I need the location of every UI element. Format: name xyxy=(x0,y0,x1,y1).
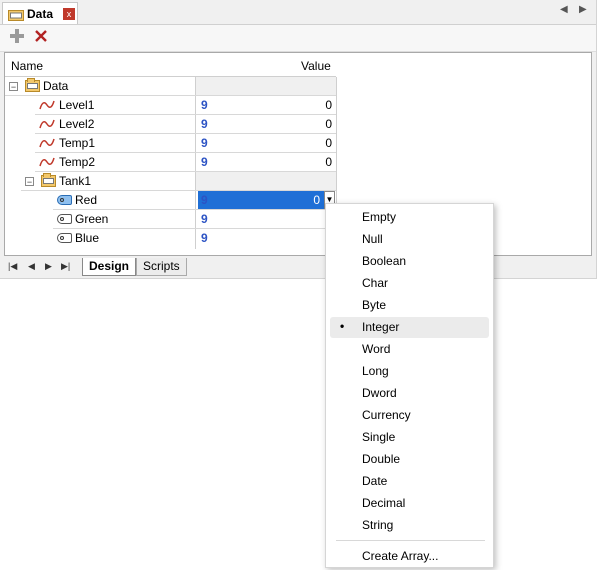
folder-icon xyxy=(25,78,40,92)
first-sheet-icon[interactable]: |◀ xyxy=(8,261,17,272)
row-label: Blue xyxy=(75,231,100,245)
row-value[interactable]: 0 xyxy=(313,193,320,207)
selected-bullet-icon: • xyxy=(340,319,345,333)
close-tab-button[interactable]: x xyxy=(63,8,75,20)
value-editor[interactable]: 9 0 xyxy=(198,191,324,209)
property-grid: Name Value − Data Level1 9 0 Level2 9 0 … xyxy=(4,52,592,256)
type-badge: 9 xyxy=(201,231,208,245)
menu-item-currency[interactable]: Currency xyxy=(330,405,489,426)
collapse-icon[interactable]: − xyxy=(9,82,18,92)
row-label: Level1 xyxy=(59,98,95,112)
row-value[interactable]: 0 xyxy=(325,117,332,131)
folder-icon xyxy=(41,173,56,187)
tree-row[interactable]: Level1 9 0 xyxy=(35,96,336,115)
analog-signal-icon xyxy=(39,157,55,167)
row-value[interactable]: 0 xyxy=(325,155,332,169)
menu-item-byte[interactable]: Byte xyxy=(330,295,489,316)
tree-row[interactable]: Level2 9 0 xyxy=(35,115,336,134)
node-label: Tank1 xyxy=(59,174,92,188)
menu-separator xyxy=(336,540,485,541)
delete-x-icon xyxy=(35,30,47,42)
row-label: Level2 xyxy=(59,117,95,131)
tag-icon xyxy=(57,195,72,205)
row-label: Green xyxy=(75,212,109,226)
value-cell-empty xyxy=(196,77,336,95)
row-value[interactable]: 0 xyxy=(325,98,332,112)
type-badge: 9 xyxy=(201,117,208,131)
node-label: Data xyxy=(43,79,69,93)
type-badge: 9 xyxy=(201,193,208,207)
tree-row[interactable]: Temp2 9 0 xyxy=(35,153,336,172)
menu-item-char[interactable]: Char xyxy=(330,273,489,294)
row-label: Temp1 xyxy=(59,136,96,150)
tree-row[interactable]: Blue 9 xyxy=(53,229,336,248)
menu-item-dword[interactable]: Dword xyxy=(330,383,489,404)
type-badge: 9 xyxy=(201,155,208,169)
plus-icon xyxy=(10,29,24,43)
row-label: Temp2 xyxy=(59,155,96,169)
tab-data[interactable]: Data x xyxy=(2,2,78,24)
collapse-icon[interactable]: − xyxy=(25,177,34,187)
menu-item-null[interactable]: Null xyxy=(330,229,489,250)
menu-item-word[interactable]: Word xyxy=(330,339,489,360)
type-badge: 9 xyxy=(201,136,208,150)
tree-node-data[interactable]: − Data xyxy=(5,77,336,96)
column-header-value[interactable]: Value xyxy=(301,59,331,73)
analog-signal-icon xyxy=(39,100,55,110)
menu-item-empty[interactable]: Empty xyxy=(330,207,489,228)
row-label: Red xyxy=(75,193,98,207)
analog-signal-icon xyxy=(39,138,55,148)
menu-item-date[interactable]: Date xyxy=(330,471,489,492)
tab-design[interactable]: Design xyxy=(82,258,137,276)
prev-sheet-icon[interactable]: ◀ xyxy=(28,261,35,272)
variant-type-menu: Empty Null Boolean Char Byte • Integer W… xyxy=(325,203,494,568)
menu-item-single[interactable]: Single xyxy=(330,427,489,448)
type-badge: 9 xyxy=(201,98,208,112)
menu-item-string[interactable]: String xyxy=(330,515,489,536)
tree-node-tank1[interactable]: − Tank1 xyxy=(21,172,336,191)
menu-item-double[interactable]: Double xyxy=(330,449,489,470)
row-value[interactable]: 0 xyxy=(325,136,332,150)
sheet-tab-bar: |◀ ◀ ▶ ▶| Design Scripts xyxy=(0,256,596,278)
tree-row[interactable]: Temp1 9 0 xyxy=(35,134,336,153)
scroll-left-icon[interactable]: ◀ xyxy=(560,4,568,15)
column-header-name[interactable]: Name xyxy=(11,59,43,73)
menu-item-integer[interactable]: • Integer xyxy=(330,317,489,338)
type-badge: 9 xyxy=(201,212,208,226)
menu-item-long[interactable]: Long xyxy=(330,361,489,382)
next-sheet-icon[interactable]: ▶ xyxy=(45,261,52,272)
tag-icon xyxy=(57,233,72,243)
value-cell-empty xyxy=(196,172,336,190)
title-bar: Data x ◀ ▶ xyxy=(0,0,596,25)
menu-item-decimal[interactable]: Decimal xyxy=(330,493,489,514)
menu-item-boolean[interactable]: Boolean xyxy=(330,251,489,272)
toolbar xyxy=(0,25,596,52)
tree-row[interactable]: Green 9 xyxy=(53,210,336,229)
analog-signal-icon xyxy=(39,119,55,129)
scroll-right-icon[interactable]: ▶ xyxy=(579,4,587,15)
delete-button[interactable] xyxy=(32,29,50,47)
data-folder-icon xyxy=(8,10,24,21)
last-sheet-icon[interactable]: ▶| xyxy=(61,261,70,272)
tab-title: Data xyxy=(27,7,54,21)
tab-scripts[interactable]: Scripts xyxy=(136,258,187,276)
menu-item-create-array[interactable]: Create Array... xyxy=(330,546,489,567)
data-panel: Data x ◀ ▶ Name Value − Data Level1 9 0 … xyxy=(0,0,597,279)
tag-icon xyxy=(57,214,72,224)
tree-row-selected[interactable]: Red 9 0 ▼ xyxy=(53,191,336,210)
add-button[interactable] xyxy=(8,29,26,47)
